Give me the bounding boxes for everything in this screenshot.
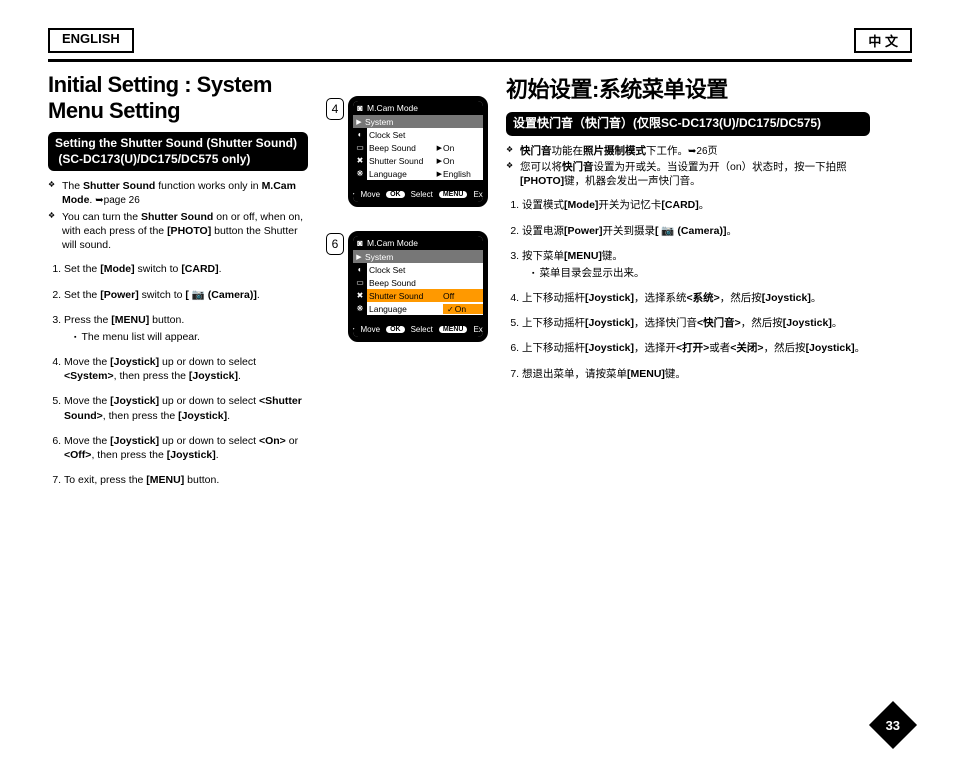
header-row: ENGLISH 中 文	[48, 28, 912, 53]
step-r3: 按下菜单[MENU]键。菜单目录会显示出来。	[522, 249, 870, 280]
note-2: You can turn the Shutter Sound on or off…	[62, 210, 308, 253]
page-number-badge: 33	[869, 701, 917, 749]
move-icon: ⟡	[349, 189, 354, 199]
tripod-icon: ✖	[353, 154, 367, 167]
fig6-row-language: Language✓On	[367, 302, 483, 315]
fig4-footer: ⟡MoveOKSelectMENUExit	[353, 186, 483, 202]
notes-right: 快门音功能在照片摄制模式下工作。➥26页 您可以将快门音设置为开或关。当设置为开…	[506, 144, 870, 189]
lang-english: ENGLISH	[48, 28, 134, 53]
step-r3-sub: 菜单目录会显示出来。	[532, 266, 870, 280]
note-r1: 快门音功能在照片摄制模式下工作。➥26页	[520, 144, 870, 159]
steps-left: Set the [Mode] switch to [CARD]. Set the…	[48, 262, 308, 487]
step-r5: 上下移动摇杆[Joystick]，选择快门音<快门音>，然后按[Joystick…	[522, 316, 870, 330]
check-icon: ✓	[447, 305, 454, 314]
step-3-sub: The menu list will appear.	[74, 330, 308, 344]
figure-number-6: 6	[326, 233, 344, 255]
step-r1: 设置模式[Mode]开关为记忆卡[CARD]。	[522, 198, 870, 212]
columns: Initial Setting : System Menu Setting Se…	[48, 72, 912, 498]
ok-pill: OK	[386, 326, 405, 333]
fig6-footer: ⟡MoveOKSelectMENUExit	[353, 321, 483, 337]
gear-icon: ❋	[353, 167, 367, 180]
card-icon: ▭	[353, 276, 367, 289]
camera-icon: ◙	[353, 238, 367, 248]
lang-chinese: 中 文	[854, 28, 912, 53]
subhead-left: Setting the Shutter Sound (Shutter Sound…	[48, 132, 308, 171]
gear-icon: ❋	[353, 302, 367, 315]
step-7: To exit, press the [MENU] button.	[64, 473, 308, 487]
step-r7: 想退出菜单，请按菜单[MENU]键。	[522, 367, 870, 381]
step-4: Move the [Joystick] up or down to select…	[64, 355, 308, 383]
fig4-row-clock: Clock Set	[367, 128, 483, 141]
fig4-system-row: ▶System	[353, 115, 483, 128]
fig6-sidebar-icons: ◐▭✖❋	[353, 263, 367, 315]
move-icon: ⟡	[349, 324, 354, 334]
triangle-icon: ▶	[353, 118, 365, 126]
step-6: Move the [Joystick] up or down to select…	[64, 434, 308, 462]
fig4-row-beep: Beep Sound▶On	[367, 141, 483, 154]
dial-icon: ◐	[353, 263, 367, 276]
column-english: Initial Setting : System Menu Setting Se…	[48, 72, 308, 498]
step-r4: 上下移动摇杆[Joystick]，选择系统<系统>，然后按[Joystick]。	[522, 291, 870, 305]
menu-pill: MENU	[439, 326, 468, 333]
fig4-header: ◙M.Cam Mode	[353, 101, 483, 115]
steps-right: 设置模式[Mode]开关为记忆卡[CARD]。 设置电源[Power]开关到摄录…	[506, 198, 870, 380]
step-2: Set the [Power] switch to [ 📷 (Camera)].	[64, 288, 308, 302]
note-1: The Shutter Sound function works only in…	[62, 179, 308, 208]
title-left: Initial Setting : System Menu Setting	[48, 72, 308, 124]
step-3: Press the [MENU] button.The menu list wi…	[64, 313, 308, 344]
figure-6: ◙M.Cam Mode ▶System ◐▭✖❋ Clock Set Beep …	[348, 231, 488, 342]
fig4-row-shutter: Shutter Sound▶On	[367, 154, 483, 167]
fig6-row-shutter: Shutter SoundOff	[367, 289, 483, 302]
fig6-row-beep: Beep Sound	[367, 276, 483, 289]
notes-left: The Shutter Sound function works only in…	[48, 179, 308, 252]
figure-number-4: 4	[326, 98, 344, 120]
title-right: 初始设置:系统菜单设置	[506, 72, 870, 104]
card-icon: ▭	[353, 141, 367, 154]
column-figures: 4 ◙M.Cam Mode ▶System ◐▭✖❋ Clock Set Bee…	[326, 96, 488, 498]
fig6-system-row: ▶System	[353, 250, 483, 263]
dial-icon: ◐	[353, 128, 367, 141]
fig6-row-clock: Clock Set	[367, 263, 483, 276]
ok-pill: OK	[386, 191, 405, 198]
subhead-right: 设置快门音（快门音）(仅限SC-DC173(U)/DC175/DC575)	[506, 112, 870, 136]
fig4-sidebar-icons: ◐▭✖❋	[353, 128, 367, 180]
menu-pill: MENU	[439, 191, 468, 198]
figure-6-wrap: 6 ◙M.Cam Mode ▶System ◐▭✖❋ Clock Set Bee…	[326, 231, 488, 342]
tripod-icon: ✖	[353, 289, 367, 302]
divider-top	[48, 59, 912, 62]
figure-4: ◙M.Cam Mode ▶System ◐▭✖❋ Clock Set Beep …	[348, 96, 488, 207]
step-r6: 上下移动摇杆[Joystick]，选择开<打开>或者<关闭>，然后按[Joyst…	[522, 341, 870, 355]
column-chinese: 初始设置:系统菜单设置 设置快门音（快门音）(仅限SC-DC173(U)/DC1…	[506, 72, 870, 498]
triangle-icon: ▶	[353, 253, 365, 261]
camera-icon: ◙	[353, 103, 367, 113]
step-1: Set the [Mode] switch to [CARD].	[64, 262, 308, 276]
note-r2: 您可以将快门音设置为开或关。当设置为开（on）状态时，按一下拍照[PHOTO]键…	[520, 160, 870, 188]
figure-4-wrap: 4 ◙M.Cam Mode ▶System ◐▭✖❋ Clock Set Bee…	[326, 96, 488, 207]
step-r2: 设置电源[Power]开关到摄录[ 📷 (Camera)]。	[522, 224, 870, 238]
step-5: Move the [Joystick] up or down to select…	[64, 394, 308, 422]
fig4-row-language: Language▶English	[367, 167, 483, 180]
fig6-header: ◙M.Cam Mode	[353, 236, 483, 250]
